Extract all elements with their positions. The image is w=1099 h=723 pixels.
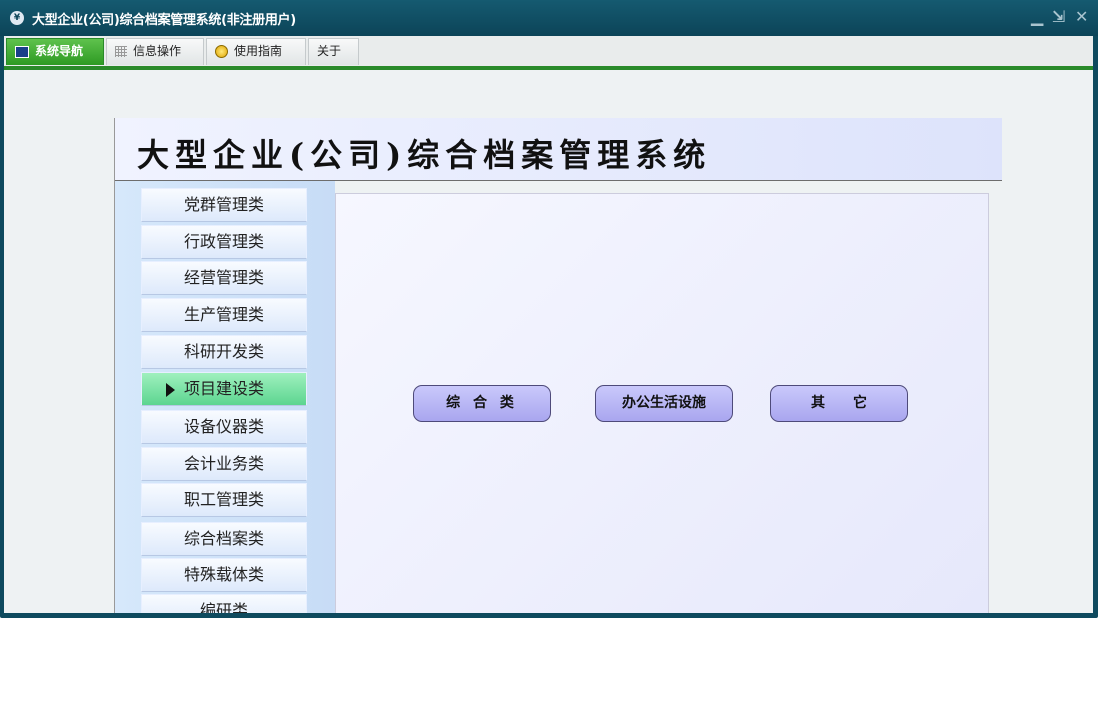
menu-tab-bar: 系统导航 信息操作 使用指南 关于 xyxy=(4,36,1093,70)
banner-title: 大型企业(公司)综合档案管理系统 xyxy=(137,136,712,174)
minimize-icon[interactable]: ▁ xyxy=(1031,8,1043,26)
sidebar-item-accounting[interactable]: 会计业务类 xyxy=(141,447,307,481)
main-panel: 大型企业(公司)综合档案管理系统 党群管理类 行政管理类 经营管理类 生产管理类… xyxy=(114,118,1002,613)
sidebar-item-label: 经营管理类 xyxy=(183,268,264,287)
sidebar-item-business[interactable]: 经营管理类 xyxy=(141,261,307,295)
sidebar-item-label: 科研开发类 xyxy=(183,342,264,361)
office-facilities-button[interactable]: 办公生活设施 xyxy=(595,385,733,422)
tab-label: 系统导航 xyxy=(35,44,84,58)
bulb-icon xyxy=(215,45,228,58)
system-banner: 大型企业(公司)综合档案管理系统 xyxy=(115,118,1002,181)
sidebar-item-label: 特殊载体类 xyxy=(183,565,264,584)
general-category-button[interactable]: 综 合 类 xyxy=(413,385,551,422)
sidebar-item-label: 综合档案类 xyxy=(183,529,264,548)
sidebar-item-label: 党群管理类 xyxy=(183,195,264,214)
monitor-icon xyxy=(15,45,29,58)
sidebar-item-special-media[interactable]: 特殊载体类 xyxy=(141,558,307,592)
sidebar-item-production[interactable]: 生产管理类 xyxy=(141,298,307,332)
grid-icon xyxy=(115,46,127,57)
tab-label: 使用指南 xyxy=(234,44,283,58)
sidebar-item-label: 行政管理类 xyxy=(183,232,264,251)
content-area: 综 合 类 办公生活设施 其 它 xyxy=(335,193,989,613)
sidebar-item-research[interactable]: 科研开发类 xyxy=(141,335,307,369)
sidebar-item-compilation[interactable]: 编研类 xyxy=(141,594,307,613)
other-button[interactable]: 其 它 xyxy=(770,385,908,422)
close-icon[interactable]: ✕ xyxy=(1075,8,1088,26)
sidebar-item-general-archive[interactable]: 综合档案类 xyxy=(141,522,307,556)
sidebar-item-label: 生产管理类 xyxy=(183,305,264,324)
sidebar-item-party-mass[interactable]: 党群管理类 xyxy=(141,188,307,222)
tab-label: 信息操作 xyxy=(133,44,182,58)
tab-info-operation[interactable]: 信息操作 xyxy=(106,38,204,65)
tab-label: 关于 xyxy=(317,44,342,58)
sidebar-item-project-construction[interactable]: 项目建设类 xyxy=(141,372,307,406)
sidebar-item-label: 编研类 xyxy=(199,601,248,613)
tab-system-navigation[interactable]: 系统导航 xyxy=(6,38,104,65)
tab-user-guide[interactable]: 使用指南 xyxy=(206,38,306,65)
sidebar-item-staff[interactable]: 职工管理类 xyxy=(141,483,307,517)
tab-about[interactable]: 关于 xyxy=(308,38,359,65)
app-logo-icon: ¥ xyxy=(10,11,24,25)
selected-arrow-icon xyxy=(166,383,175,397)
sidebar-item-label: 职工管理类 xyxy=(183,490,264,509)
sidebar-item-label: 会计业务类 xyxy=(183,454,264,473)
sidebar-item-equipment[interactable]: 设备仪器类 xyxy=(141,410,307,444)
app-window: ¥ 大型企业(公司)综合档案管理系统(非注册用户) ▁ ⇲ ✕ 系统导航 信息操… xyxy=(0,0,1098,618)
title-bar: ¥ 大型企业(公司)综合档案管理系统(非注册用户) ▁ ⇲ ✕ xyxy=(0,0,1098,36)
sidebar-item-administration[interactable]: 行政管理类 xyxy=(141,225,307,259)
restore-icon[interactable]: ⇲ xyxy=(1052,8,1065,26)
category-sidebar: 党群管理类 行政管理类 经营管理类 生产管理类 科研开发类 项目建设类 设备仪器… xyxy=(115,181,335,613)
client-area: 系统导航 信息操作 使用指南 关于 大型企业(公司)综合档案管理系统 党群管理类… xyxy=(4,36,1093,613)
sidebar-item-label: 设备仪器类 xyxy=(183,417,264,436)
window-title: 大型企业(公司)综合档案管理系统(非注册用户) xyxy=(32,13,296,28)
sidebar-item-label: 项目建设类 xyxy=(183,379,264,398)
